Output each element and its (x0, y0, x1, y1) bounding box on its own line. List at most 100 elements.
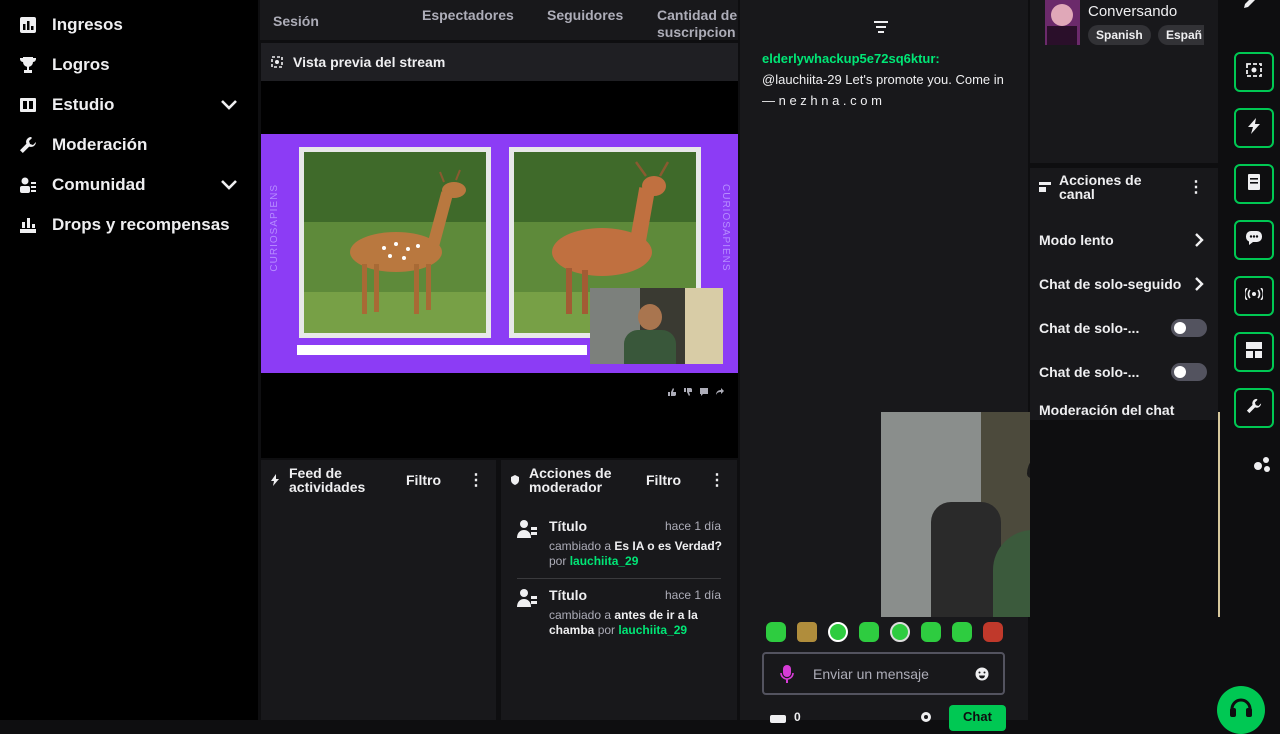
shield-icon (511, 475, 519, 485)
mod-action-entry[interactable]: Título hace 1 día cambiado a antes de ir… (501, 581, 737, 643)
chat-panel: elderlywhackup5e72sq6ktur: @lauchiita-29… (740, 0, 1244, 731)
emote-icon[interactable] (828, 622, 848, 642)
category-name[interactable]: Conversando (1088, 3, 1177, 20)
chevron-down-icon[interactable] (220, 175, 238, 198)
mod-filter-button[interactable]: Filtro (646, 472, 681, 488)
settings-icon[interactable] (920, 710, 932, 728)
sidebar-item-label: Comunidad (52, 175, 146, 194)
send-chat-button[interactable]: Chat (949, 705, 1006, 731)
thumbs-down-icon[interactable] (683, 384, 693, 402)
microphone-icon[interactable] (780, 665, 794, 688)
emote-icon[interactable] (859, 622, 879, 642)
comment-icon[interactable] (699, 384, 709, 402)
thumbs-up-icon[interactable] (667, 384, 677, 402)
emote-icon[interactable] (983, 622, 1003, 642)
bolt-button[interactable] (1234, 108, 1274, 148)
trophy-icon (18, 55, 38, 75)
camera-icon (1246, 62, 1262, 82)
tag-chip[interactable]: Españ (1158, 25, 1204, 45)
studio-icon (18, 95, 38, 115)
chat-message: elderlywhackup5e72sq6ktur: @lauchiita-29… (762, 48, 1012, 111)
emote-only-toggle[interactable] (1171, 363, 1207, 381)
sidebar-item-drops[interactable]: Drops y recompensas (18, 210, 240, 240)
moderation-tool-button[interactable] (1234, 388, 1274, 428)
activity-feed-title: Feed de actividades (289, 465, 366, 495)
entry-label: Título (549, 518, 588, 534)
sidebar-item-label: Estudio (52, 95, 115, 114)
camera-button[interactable] (1234, 52, 1274, 92)
watermark-left: CURIOSAPIENS (269, 184, 280, 272)
filter-list-icon[interactable] (872, 18, 890, 41)
sidebar-item-label: Logros (52, 55, 110, 74)
channel-actions-title: Acciones de canal (1059, 172, 1142, 202)
activity-filter-button[interactable]: Filtro (406, 472, 441, 488)
more-options-icon[interactable]: ⋮ (468, 470, 484, 490)
channel-points-icon[interactable] (770, 710, 786, 728)
emote-icon[interactable] (797, 622, 817, 642)
activity-feed-header: Feed de actividades Filtro ⋮ (261, 460, 496, 500)
sidebar-item-label: Moderación (52, 135, 148, 154)
stat-followers[interactable]: Seguidores (547, 7, 623, 23)
more-options-icon[interactable]: ⋮ (709, 470, 725, 490)
sidebar-item-logros[interactable]: Logros (18, 50, 240, 80)
headset-icon (1229, 697, 1253, 724)
emoji-icon[interactable] (975, 667, 989, 686)
action-emote-only[interactable]: Chat de solo-... (1030, 362, 1218, 386)
preview-reactions (667, 384, 725, 402)
chevron-down-icon[interactable] (220, 95, 238, 118)
sidebar-item-ingresos[interactable]: Ingresos (18, 10, 240, 40)
quick-actions-toolbar (1217, 0, 1280, 734)
more-tools-icon[interactable] (1252, 454, 1272, 479)
category-box-art[interactable] (1045, 0, 1080, 45)
mod-action-entry[interactable]: Título hace 1 día cambiado a Es IA o es … (501, 512, 737, 574)
message-placeholder: Enviar un mensaje (813, 666, 929, 682)
message-input-box[interactable]: Enviar un mensaje (762, 652, 1005, 695)
help-headset-button[interactable] (1217, 686, 1265, 734)
bolt-icon (271, 474, 279, 486)
community-icon (18, 175, 38, 195)
chevron-right-icon[interactable] (1194, 232, 1204, 253)
share-icon[interactable] (715, 384, 725, 402)
channel-actions-icon (1039, 180, 1051, 198)
sidebar-item-comunidad[interactable]: Comunidad (18, 170, 240, 200)
user-edit-icon (516, 518, 538, 545)
chat-button[interactable] (1234, 220, 1274, 260)
sidebar-item-label: Drops y recompensas (52, 215, 230, 234)
chat-text: @lauchiita-29 Let's promote you. Come in… (762, 72, 1004, 108)
emote-icon[interactable] (766, 622, 786, 642)
preview-header: Vista previa del stream (261, 43, 738, 81)
pencil-icon[interactable] (1244, 0, 1258, 13)
emote-icon[interactable] (921, 622, 941, 642)
stream-preview[interactable]: CURIOSAPIENS CURIOSAPIENS (261, 81, 738, 458)
mod-actions-header: Acciones de moderador Filtro ⋮ (501, 460, 737, 500)
entry-time: hace 1 día (665, 519, 722, 533)
chevron-right-icon[interactable] (1194, 276, 1204, 297)
divider (517, 578, 721, 579)
layout-button[interactable] (1234, 332, 1274, 372)
sidebar-item-estudio[interactable]: Estudio (18, 90, 240, 120)
wrench-icon (18, 135, 38, 155)
stat-viewers[interactable]: Espectadores (422, 7, 514, 23)
user-edit-icon (516, 587, 538, 614)
emote-icon[interactable] (890, 622, 910, 642)
tag-chip[interactable]: Spanish (1088, 25, 1151, 45)
emote-row (766, 622, 1003, 642)
right-panels: Conversando Spanish Españ Acciones de can… (1030, 0, 1218, 720)
action-chat-moderation[interactable]: Moderación del chat (1030, 400, 1218, 420)
action-slow-mode[interactable]: Modo lento (1030, 230, 1218, 254)
wrench-icon (1246, 398, 1262, 419)
stat-session[interactable]: Sesión (273, 13, 319, 29)
action-followers-only[interactable]: Chat de solo-seguido (1030, 274, 1218, 298)
broadcast-button[interactable] (1234, 276, 1274, 316)
stat-subs[interactable]: Cantidad de suscripcion (657, 7, 739, 40)
notes-button[interactable] (1234, 164, 1274, 204)
chat-username[interactable]: elderlywhackup5e72sq6ktur: (762, 51, 940, 66)
subs-only-toggle[interactable] (1171, 319, 1207, 337)
action-subs-only[interactable]: Chat de solo-... (1030, 318, 1218, 342)
more-options-icon[interactable]: ⋮ (1188, 177, 1204, 197)
mod-actions-panel: Acciones de moderador Filtro ⋮ Título hac… (501, 460, 737, 720)
emote-icon[interactable] (952, 622, 972, 642)
sidebar-item-moderacion[interactable]: Moderación (18, 130, 240, 160)
broadcast-icon (1243, 287, 1265, 305)
entry-time: hace 1 día (665, 588, 722, 602)
